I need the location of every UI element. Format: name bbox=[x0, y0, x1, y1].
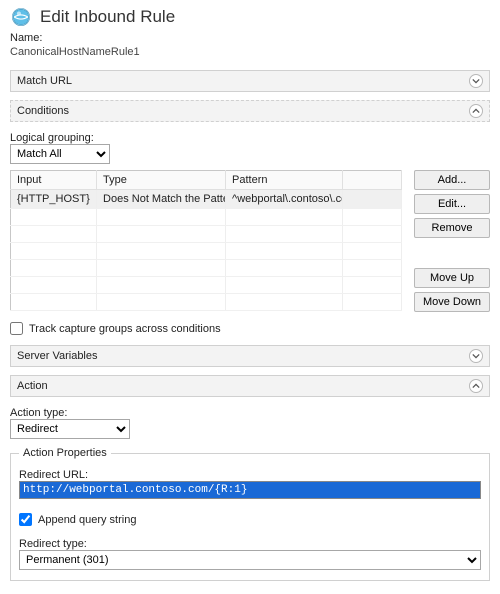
section-action[interactable]: Action bbox=[10, 375, 490, 397]
redirect-type-label: Redirect type: bbox=[19, 538, 481, 550]
logical-grouping-select[interactable]: Match All bbox=[10, 144, 110, 164]
section-caption: Conditions bbox=[17, 105, 69, 117]
move-up-button[interactable]: Move Up bbox=[414, 268, 490, 288]
conditions-buttons: Add... Edit... Remove Move Up Move Down bbox=[414, 170, 490, 312]
add-button[interactable]: Add... bbox=[414, 170, 490, 190]
chevron-up-icon bbox=[469, 104, 483, 118]
remove-button[interactable]: Remove bbox=[414, 218, 490, 238]
table-row[interactable] bbox=[11, 277, 402, 294]
section-caption: Server Variables bbox=[17, 350, 98, 362]
table-row[interactable]: {HTTP_HOST} Does Not Match the Pattern ^… bbox=[11, 190, 402, 209]
table-row[interactable] bbox=[11, 243, 402, 260]
action-properties-legend: Action Properties bbox=[19, 447, 111, 459]
section-caption: Action bbox=[17, 380, 48, 392]
action-type-label: Action type: bbox=[10, 407, 490, 419]
table-row[interactable] bbox=[11, 294, 402, 311]
action-type-select[interactable]: Redirect bbox=[10, 419, 130, 439]
logical-grouping-label: Logical grouping: bbox=[10, 132, 490, 144]
table-row[interactable] bbox=[11, 209, 402, 226]
redirect-type-select[interactable]: Permanent (301) bbox=[19, 550, 481, 570]
move-down-button[interactable]: Move Down bbox=[414, 292, 490, 312]
section-conditions[interactable]: Conditions bbox=[10, 100, 490, 122]
redirect-url-label: Redirect URL: bbox=[19, 469, 481, 481]
chevron-down-icon bbox=[469, 74, 483, 88]
section-server-variables[interactable]: Server Variables bbox=[10, 345, 490, 367]
page-header: Edit Inbound Rule bbox=[10, 6, 490, 28]
name-label: Name: bbox=[10, 32, 490, 44]
chevron-up-icon bbox=[469, 379, 483, 393]
conditions-body: Logical grouping: Match All Input Type P… bbox=[10, 122, 490, 337]
conditions-table[interactable]: Input Type Pattern {HTTP_HOST} Does Not … bbox=[10, 170, 402, 311]
name-value: CanonicalHostNameRule1 bbox=[10, 46, 490, 58]
redirect-url-input[interactable] bbox=[19, 481, 481, 499]
table-row[interactable] bbox=[11, 260, 402, 277]
append-query-checkbox[interactable]: Append query string bbox=[19, 513, 481, 526]
col-input[interactable]: Input bbox=[11, 171, 97, 190]
page-title: Edit Inbound Rule bbox=[40, 7, 175, 27]
col-pattern[interactable]: Pattern bbox=[226, 171, 343, 190]
edit-button[interactable]: Edit... bbox=[414, 194, 490, 214]
append-query-input[interactable] bbox=[19, 513, 32, 526]
section-caption: Match URL bbox=[17, 75, 72, 87]
iis-icon bbox=[10, 6, 32, 28]
action-body: Action type: Redirect Action Properties … bbox=[10, 397, 490, 583]
section-match-url[interactable]: Match URL bbox=[10, 70, 490, 92]
table-row[interactable] bbox=[11, 226, 402, 243]
action-properties: Action Properties Redirect URL: Append q… bbox=[10, 447, 490, 581]
col-type[interactable]: Type bbox=[97, 171, 226, 190]
chevron-down-icon bbox=[469, 349, 483, 363]
track-capture-checkbox[interactable]: Track capture groups across conditions bbox=[10, 322, 490, 335]
track-capture-input[interactable] bbox=[10, 322, 23, 335]
